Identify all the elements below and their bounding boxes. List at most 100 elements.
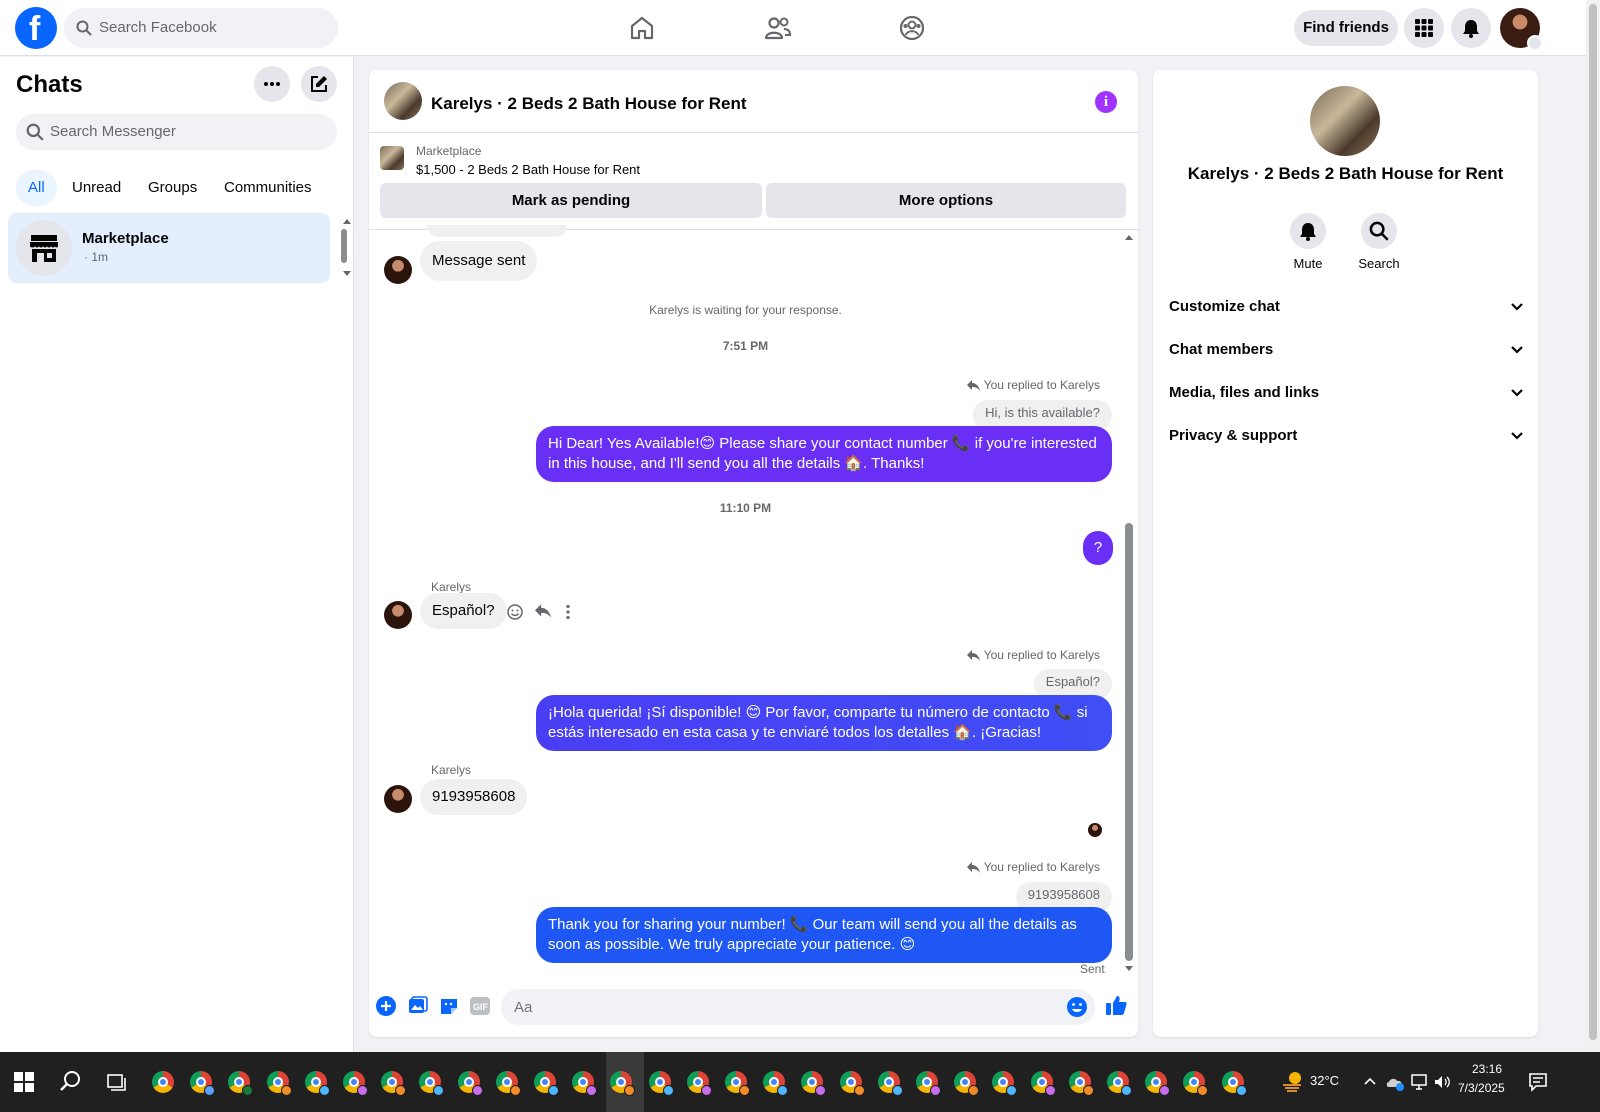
task-view-icon[interactable] [107, 1072, 127, 1092]
reply-icon[interactable] [535, 604, 551, 623]
chrome-taskbar-icon[interactable] [1145, 1071, 1171, 1096]
sticker-icon[interactable] [439, 996, 459, 1016]
info-icon[interactable]: i [1095, 91, 1117, 113]
search-messenger-input[interactable]: Search Messenger [16, 114, 337, 150]
chrome-taskbar-icon[interactable] [610, 1071, 636, 1096]
chrome-taskbar-icon[interactable] [495, 1071, 521, 1096]
filter-groups-tab[interactable]: Groups [136, 170, 209, 206]
chrome-taskbar-icon[interactable] [228, 1071, 254, 1096]
window-scrollbar[interactable] [1586, 0, 1600, 1052]
onedrive-icon[interactable] [1385, 1072, 1405, 1092]
photo-icon[interactable] [408, 996, 428, 1016]
scroll-thumb[interactable] [1589, 4, 1597, 1040]
scroll-thumb[interactable] [341, 229, 347, 263]
clock-time[interactable]: 23:16 [1472, 1062, 1502, 1076]
more-options-button[interactable]: More options [766, 183, 1126, 218]
privacy-support-section[interactable]: Privacy & support [1169, 422, 1523, 450]
filter-all-tab[interactable]: All [16, 170, 57, 206]
menu-grid-button[interactable] [1404, 8, 1444, 48]
karelys-avatar[interactable] [384, 256, 412, 284]
search-conversation-button[interactable]: Search [1344, 213, 1414, 271]
chrome-taskbar-icon[interactable] [877, 1071, 903, 1096]
find-friends-button[interactable]: Find friends [1294, 10, 1398, 46]
message-thread[interactable]: Message sent Karelys is waiting for your… [369, 225, 1138, 977]
chrome-taskbar-icon[interactable] [572, 1071, 598, 1096]
karelys-avatar[interactable] [384, 601, 412, 629]
conversation-title[interactable]: Karelys · 2 Beds 2 Bath House for Rent [431, 94, 747, 114]
chrome-taskbar-icon[interactable] [152, 1071, 174, 1093]
chrome-taskbar-icon[interactable] [457, 1071, 483, 1096]
incoming-message[interactable]: Message sent [420, 241, 538, 281]
chrome-taskbar-icon[interactable] [1068, 1071, 1094, 1096]
chrome-taskbar-icon[interactable] [381, 1071, 407, 1096]
chrome-taskbar-icon[interactable] [534, 1071, 559, 1096]
message-input[interactable] [501, 989, 1095, 1025]
incoming-message[interactable]: 9193958608 [420, 779, 528, 815]
network-icon[interactable] [1410, 1073, 1428, 1091]
chrome-taskbar-icon[interactable] [343, 1071, 368, 1096]
taskbar-search-icon[interactable] [60, 1070, 82, 1092]
karelys-avatar[interactable] [384, 785, 412, 813]
temperature[interactable]: 32°C [1310, 1073, 1339, 1088]
chrome-taskbar-icon[interactable] [801, 1071, 827, 1096]
chrome-taskbar-icon[interactable] [686, 1071, 712, 1096]
filter-communities-tab[interactable]: Communities [212, 170, 324, 206]
media-files-links-section[interactable]: Media, files and links [1169, 379, 1523, 407]
facebook-logo[interactable]: f [15, 7, 57, 49]
chrome-taskbar-icon[interactable] [916, 1071, 941, 1096]
outgoing-message[interactable]: ¡Hola querida! ¡Sí disponible! 😊 Por fav… [536, 695, 1112, 751]
listing-title[interactable]: $1,500 - 2 Beds 2 Bath House for Rent [416, 162, 640, 177]
react-icon[interactable] [507, 604, 523, 625]
more-vertical-icon[interactable] [565, 604, 571, 625]
outgoing-message[interactable]: ? [1083, 531, 1113, 565]
filter-unread-tab[interactable]: Unread [60, 170, 133, 206]
listing-thumbnail[interactable] [380, 146, 404, 170]
chrome-taskbar-icon[interactable] [763, 1071, 789, 1096]
volume-icon[interactable] [1433, 1073, 1451, 1091]
outgoing-message[interactable]: Thank you for sharing your number! 📞 Our… [536, 907, 1112, 963]
home-icon[interactable] [628, 14, 656, 42]
chrome-taskbar-icon[interactable] [648, 1071, 674, 1096]
chrome-taskbar-icon[interactable] [190, 1071, 216, 1096]
mark-as-pending-button[interactable]: Mark as pending [380, 183, 762, 218]
facebook-search-input[interactable]: Search Facebook [64, 8, 338, 48]
notifications-button[interactable] [1451, 8, 1491, 48]
chat-item-marketplace[interactable]: Marketplace · 1m [8, 213, 330, 283]
chrome-taskbar-icon[interactable] [954, 1071, 980, 1096]
plus-icon[interactable] [376, 996, 396, 1016]
chrome-taskbar-icon[interactable] [1183, 1071, 1209, 1096]
chrome-taskbar-icon[interactable] [839, 1071, 865, 1096]
account-avatar[interactable] [1500, 8, 1543, 51]
emoji-icon[interactable] [1066, 996, 1088, 1018]
chrome-taskbar-icon[interactable] [1030, 1071, 1056, 1096]
scroll-up-arrow[interactable] [343, 219, 351, 224]
scroll-up-arrow[interactable] [1125, 235, 1133, 240]
friends-icon[interactable] [764, 14, 792, 42]
chrome-taskbar-icon[interactable] [725, 1071, 750, 1096]
chrome-taskbar-icon[interactable] [1221, 1071, 1247, 1096]
chevron-up-icon[interactable] [1364, 1076, 1376, 1086]
weather-icon[interactable] [1281, 1069, 1305, 1093]
mute-button[interactable]: Mute [1273, 213, 1343, 271]
chat-info-avatar[interactable] [1310, 86, 1380, 156]
incoming-message[interactable]: Español? [420, 593, 507, 629]
chat-list-scrollbar[interactable] [340, 217, 351, 277]
windows-start-icon[interactable] [14, 1072, 34, 1092]
notification-center-icon[interactable] [1528, 1072, 1548, 1092]
groups-icon[interactable] [898, 14, 926, 42]
clock-date[interactable]: 7/3/2025 [1458, 1081, 1505, 1095]
new-message-button[interactable] [301, 66, 337, 102]
chrome-taskbar-icon[interactable] [304, 1071, 330, 1096]
gif-icon[interactable]: GIF [470, 996, 490, 1016]
chat-members-section[interactable]: Chat members [1169, 336, 1523, 364]
chrome-taskbar-icon[interactable] [419, 1071, 445, 1096]
scroll-thumb[interactable] [1125, 523, 1133, 961]
thread-scrollbar[interactable] [1122, 231, 1136, 977]
chrome-taskbar-icon[interactable] [266, 1071, 292, 1096]
outgoing-message[interactable]: Hi Dear! Yes Available!😊 Please share yo… [536, 426, 1112, 482]
chrome-taskbar-icon[interactable] [992, 1071, 1018, 1096]
conversation-avatar[interactable] [384, 82, 422, 120]
customize-chat-section[interactable]: Customize chat [1169, 293, 1523, 321]
chrome-taskbar-icon[interactable] [1107, 1071, 1132, 1096]
scroll-down-arrow[interactable] [1125, 966, 1133, 971]
